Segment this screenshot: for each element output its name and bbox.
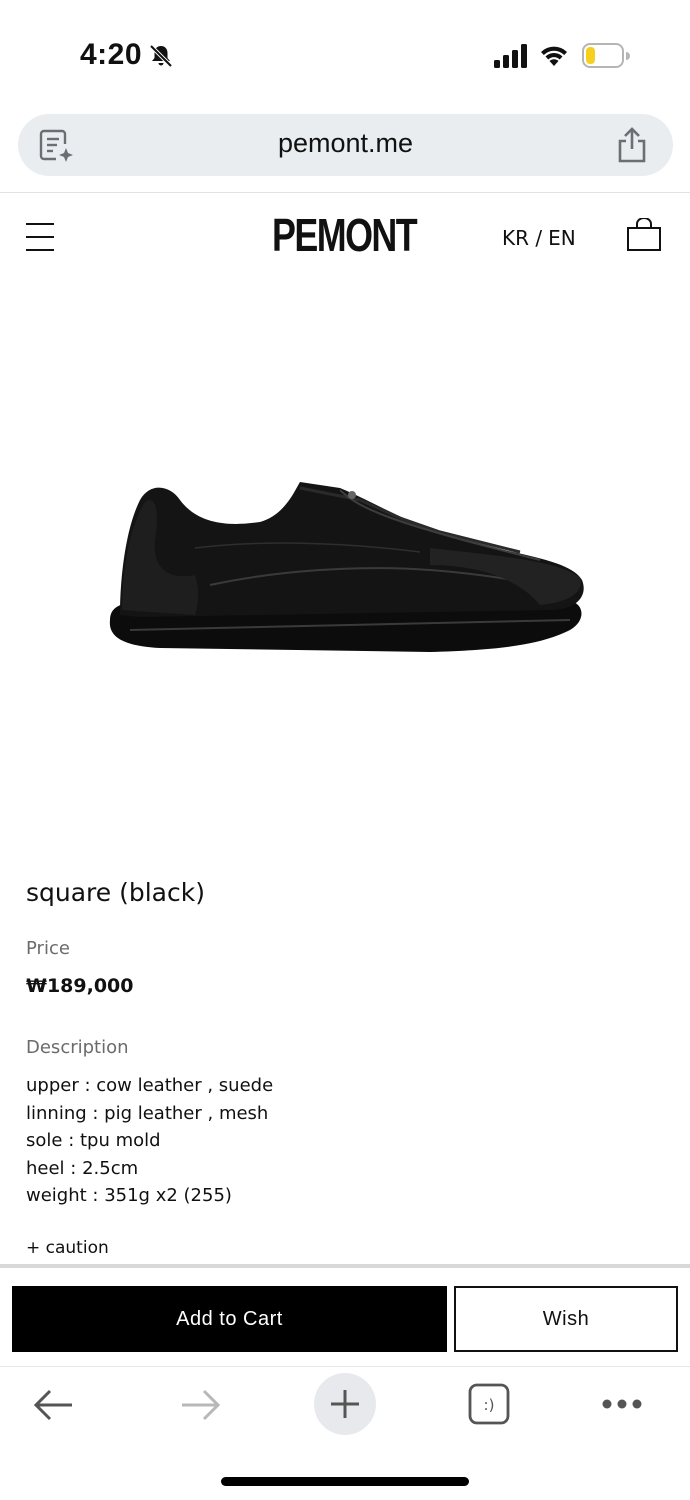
description-line: sole : tpu mold	[26, 1130, 161, 1151]
site-logo[interactable]: PEMONT	[272, 208, 418, 262]
lang-en-link[interactable]: EN	[548, 226, 576, 250]
price-label: Price	[26, 938, 70, 959]
add-to-cart-button[interactable]: Add to Cart	[12, 1286, 447, 1352]
tabs-glyph: :)	[484, 1396, 495, 1414]
new-tab-button[interactable]	[314, 1373, 376, 1435]
shopping-bag-icon[interactable]	[626, 218, 662, 252]
description-line: upper : cow leather , suede	[26, 1075, 274, 1096]
description-text: upper : cow leather , suede linning : pi…	[26, 1072, 273, 1210]
status-bar: 4:20	[0, 0, 690, 112]
purchase-action-bar: Add to Cart Wish	[0, 1264, 690, 1366]
back-arrow-icon[interactable]	[32, 1387, 76, 1423]
url-text[interactable]: pemont.me	[18, 128, 673, 159]
lang-kr-link[interactable]: KR /	[502, 226, 542, 250]
description-line: linning : pig leather , mesh	[26, 1102, 269, 1124]
home-indicator[interactable]	[221, 1477, 469, 1486]
caution-toggle[interactable]: + caution	[26, 1238, 109, 1258]
product-shoe-image	[109, 482, 584, 652]
hamburger-menu-icon[interactable]	[26, 222, 54, 252]
more-options-icon[interactable]	[602, 1397, 642, 1411]
language-switcher: KR / EN	[502, 226, 576, 250]
price-value: ₩189,000	[26, 975, 134, 997]
cellular-signal-icon	[494, 44, 527, 68]
status-time: 4:20	[80, 38, 143, 71]
description-label: Description	[26, 1037, 129, 1058]
plus-icon	[331, 1390, 359, 1418]
description-line: weight : 351g x2 (255)	[26, 1185, 232, 1206]
bell-muted-icon	[149, 44, 173, 68]
divider	[0, 192, 690, 193]
forward-arrow-icon[interactable]	[178, 1387, 222, 1423]
description-line: heel : 2.5cm	[26, 1157, 139, 1179]
battery-icon	[582, 43, 630, 68]
wifi-icon	[541, 46, 567, 66]
tabs-icon[interactable]: :)	[468, 1383, 510, 1425]
address-bar[interactable]: pemont.me	[18, 114, 673, 176]
share-icon[interactable]	[615, 126, 649, 164]
product-title: square (black)	[26, 878, 205, 907]
wish-button[interactable]: Wish	[454, 1286, 678, 1352]
